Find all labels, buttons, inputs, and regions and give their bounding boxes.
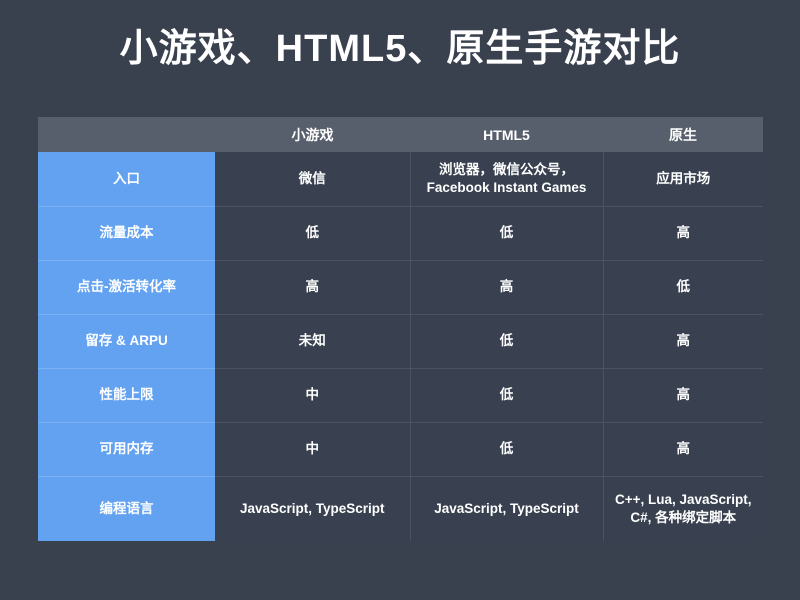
- table-cell: JavaScript, TypeScript: [410, 476, 604, 541]
- table-header-corner: [38, 117, 215, 152]
- table-row: 可用内存中低高: [38, 422, 763, 477]
- row-label: 流量成本: [38, 206, 215, 261]
- table-cell: 低: [410, 314, 604, 369]
- row-label: 点击-激活转化率: [38, 260, 215, 315]
- slide-canvas: 小游戏、HTML5、原生手游对比 小游戏 HTML5 原生 入口 微信 浏览器，微信…: [0, 0, 800, 600]
- table-cell: 高: [603, 422, 763, 477]
- table-header-row: 小游戏 HTML5 原生: [38, 117, 763, 152]
- comparison-table: 小游戏 HTML5 原生 入口 微信 浏览器，微信公众号， Facebook Inst…: [38, 117, 763, 541]
- table-row: 留存 & ARPU 未知低高: [38, 314, 763, 369]
- table-header-minigame: 小游戏: [215, 117, 410, 152]
- table-cell: 高: [215, 260, 411, 315]
- table-cell: 高: [603, 314, 763, 369]
- table-cell: 微信: [215, 152, 411, 207]
- table-cell: C++, Lua, JavaScript, C#, 各种绑定脚本: [603, 476, 763, 541]
- table-cell: 低: [215, 206, 411, 261]
- table-cell: 高: [603, 206, 763, 261]
- table-cell: 浏览器，微信公众号， Facebook Instant Games: [410, 152, 604, 207]
- table-cell: 低: [410, 368, 604, 423]
- row-label: 可用内存: [38, 422, 215, 477]
- row-label: 留存 & ARPU: [38, 314, 215, 369]
- row-label: 编程语言: [38, 476, 215, 541]
- table-cell: 中: [215, 422, 411, 477]
- table-header-native: 原生: [603, 117, 763, 152]
- table-header-html5: HTML5: [410, 117, 603, 152]
- table-cell: 应用市场: [603, 152, 763, 207]
- comparison-table-container: 小游戏 HTML5 原生 入口 微信 浏览器，微信公众号， Facebook Inst…: [38, 117, 763, 542]
- row-label: 入口: [38, 152, 215, 207]
- table-cell: 低: [410, 206, 604, 261]
- table-row: 性能上限中低高: [38, 368, 763, 423]
- table-row: 编程语言 JavaScript, TypeScript JavaScript, Ty…: [38, 476, 763, 541]
- table-cell: 高: [410, 260, 604, 315]
- table-cell: 低: [410, 422, 604, 477]
- table-row: 流量成本低低高: [38, 206, 763, 261]
- table-cell: 高: [603, 368, 763, 423]
- table-cell: JavaScript, TypeScript: [215, 476, 411, 541]
- table-body: 入口 微信 浏览器，微信公众号， Facebook Instant Games 应用市场…: [38, 152, 763, 541]
- table-cell: 中: [215, 368, 411, 423]
- row-label: 性能上限: [38, 368, 215, 423]
- table-cell: 未知: [215, 314, 411, 369]
- table-cell: 低: [603, 260, 763, 315]
- table-row: 点击-激活转化率高高低: [38, 260, 763, 315]
- page-title: 小游戏、HTML5、原生手游对比: [119, 28, 681, 70]
- table-header: 小游戏 HTML5 原生: [38, 117, 763, 152]
- table-row: 入口 微信 浏览器，微信公众号， Facebook Instant Games 应用市场: [38, 152, 763, 207]
